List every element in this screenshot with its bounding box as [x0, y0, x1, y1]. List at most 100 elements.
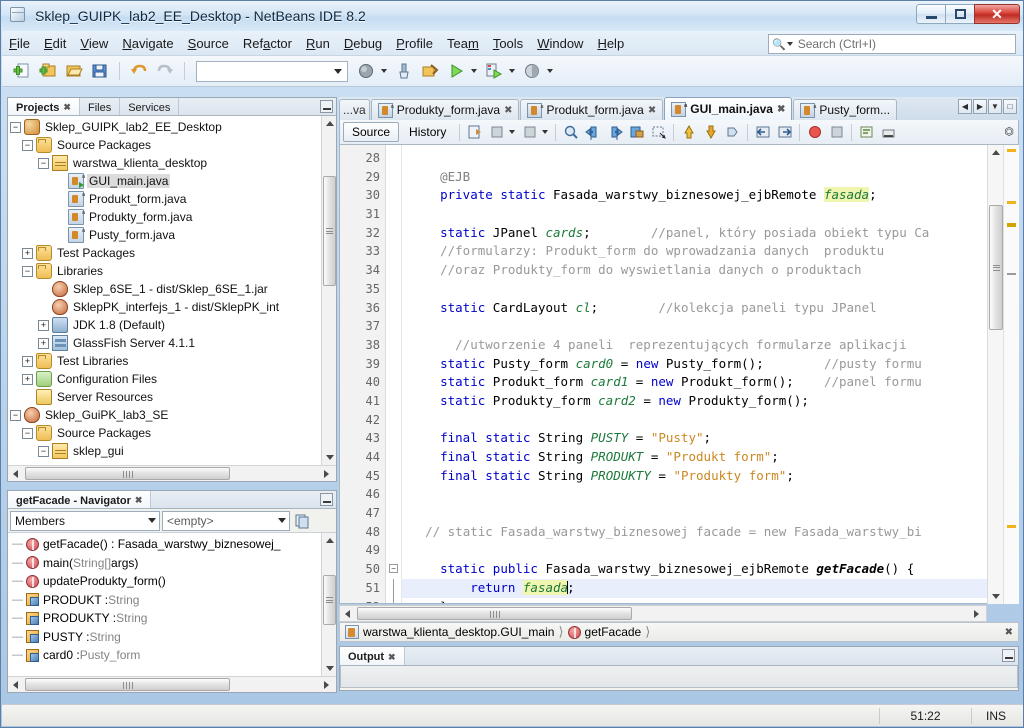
code-line[interactable]: //utworzenie 4 paneli reprezentujących f… — [402, 336, 1018, 355]
editor-vscrollbar[interactable] — [987, 145, 1003, 604]
collapse-toggle-icon[interactable]: − — [22, 265, 33, 277]
debug-dropdown-icon[interactable] — [509, 69, 515, 73]
find-selection-button[interactable] — [560, 122, 581, 142]
close-icon[interactable]: ✖ — [63, 102, 71, 113]
run-project-button[interactable] — [444, 59, 468, 83]
previous-error-button[interactable] — [678, 122, 699, 142]
tree-node[interactable]: ᵃ Produkt_form.java — [8, 190, 336, 208]
navigator-member[interactable]: — PRODUKT : String — [8, 591, 336, 610]
scroll-left-button[interactable] — [340, 606, 355, 621]
debug-project-button[interactable] — [482, 59, 506, 83]
next-bookmark-button[interactable] — [604, 122, 625, 142]
hscroll-thumb[interactable] — [25, 678, 230, 691]
navigator-member[interactable]: — PRODUKTY : String — [8, 609, 336, 628]
expand-toggle-icon[interactable]: + — [22, 247, 33, 259]
scroll-up-button[interactable] — [322, 533, 336, 548]
close-icon[interactable]: ✖ — [388, 652, 396, 663]
shift-right-button[interactable] — [774, 122, 795, 142]
code-line[interactable]: static CardLayout cl; //kolekcja paneli … — [402, 299, 1018, 318]
comment-button[interactable] — [856, 122, 877, 142]
code-line[interactable] — [402, 149, 1018, 168]
menu-view[interactable]: View — [73, 33, 115, 54]
run-dropdown-icon[interactable] — [471, 69, 477, 73]
editor-tab[interactable]: ᵃ Produkty_form.java ✖ — [370, 99, 520, 120]
code-line[interactable]: static Pusty_form card0 = new Pusty_form… — [402, 355, 1018, 374]
save-all-button[interactable] — [88, 59, 112, 83]
editor-tab[interactable]: ᵃ GUI_main.java ✖ — [664, 97, 793, 120]
chevron-down-icon-2[interactable] — [542, 130, 549, 134]
maximize-editor-button[interactable]: □ — [1003, 99, 1017, 114]
maximize-button[interactable] — [945, 4, 974, 24]
project-tree[interactable]: − Sklep_GUIPK_lab2_EE_Desktop − Source Pack… — [8, 116, 336, 465]
vscroll-thumb[interactable] — [323, 575, 336, 625]
code-line[interactable]: static Produkt_form card1 = new Produkt_… — [402, 373, 1018, 392]
tab-history[interactable]: History — [400, 122, 455, 142]
editor-tab[interactable]: ᵃ Produkt_form.java ✖ — [520, 99, 664, 120]
profile-project-button[interactable] — [520, 59, 544, 83]
close-icon[interactable]: ✖ — [135, 495, 143, 506]
minimize-output-button[interactable] — [1002, 649, 1015, 662]
tab-output[interactable]: Output ✖ — [340, 647, 405, 665]
tree-node[interactable]: + GlassFish Server 4.1.1 — [8, 334, 336, 352]
close-icon[interactable]: ✖ — [1005, 627, 1013, 638]
menu-team[interactable]: Team — [440, 33, 486, 54]
code-line[interactable]: static Produkty_form card2 = new Produkt… — [402, 392, 1018, 411]
next-error-button[interactable] — [700, 122, 721, 142]
code-line[interactable]: // static Fasada_warstwy_biznesowej faca… — [402, 523, 1018, 542]
tree-node[interactable]: − sklep_gui — [8, 442, 336, 460]
tree-node[interactable]: + JDK 1.8 (Default) — [8, 316, 336, 334]
navigator-member[interactable]: — updateProdukty_form() — [8, 572, 336, 591]
editor-expand-button[interactable]: ⏣ — [1004, 125, 1014, 138]
code-line[interactable] — [402, 317, 1018, 336]
minimize-button[interactable] — [916, 4, 945, 24]
menu-help[interactable]: Help — [590, 33, 631, 54]
annotation-mark[interactable] — [1007, 525, 1016, 528]
scroll-left-button[interactable] — [8, 677, 23, 692]
menu-source[interactable]: Source — [181, 33, 236, 54]
redo-button[interactable] — [153, 59, 177, 83]
code-line[interactable]: final static String PRODUKT = "Produkt f… — [402, 448, 1018, 467]
scroll-right-button[interactable] — [969, 606, 984, 621]
toggle-rect-selection-button[interactable] — [648, 122, 669, 142]
collapse-toggle-icon[interactable]: − — [10, 409, 21, 421]
editor-tab[interactable]: ...va — [339, 99, 370, 120]
minimize-navigator-button[interactable] — [320, 493, 333, 506]
navigator-member[interactable]: — main(String[] args) — [8, 554, 336, 573]
build-dropdown-icon[interactable] — [381, 69, 387, 73]
navigator-member[interactable]: — card0 : Pusty_form — [8, 646, 336, 665]
project-config-combo[interactable] — [196, 60, 348, 82]
vscroll-thumb[interactable] — [989, 205, 1003, 330]
tree-node[interactable]: ᵃ Produkty_form.java — [8, 208, 336, 226]
tree-node[interactable]: SklepPK_interfejs_1 - dist/SklepPK_int — [8, 298, 336, 316]
uncomment-button[interactable] — [878, 122, 899, 142]
scroll-tabs-right-button[interactable]: ▶ — [973, 99, 987, 114]
search-box[interactable]: 🔍 Search (Ctrl+I) — [768, 34, 1016, 54]
menu-refactor[interactable]: Refactor — [236, 33, 299, 54]
annotation-mark[interactable] — [1007, 223, 1016, 227]
code-line[interactable]: } — [402, 598, 1018, 604]
code-line[interactable] — [402, 504, 1018, 523]
scroll-tabs-left-button[interactable]: ◀ — [958, 99, 972, 114]
error-stripe[interactable] — [1003, 145, 1019, 604]
scroll-up-button[interactable] — [322, 116, 336, 131]
tab-projects[interactable]: Projects ✖ — [8, 98, 80, 115]
navigator-filter-combo[interactable]: <empty> — [162, 510, 290, 531]
tree-node[interactable]: + Test Libraries — [8, 352, 336, 370]
scroll-down-button[interactable] — [322, 450, 336, 465]
editor-hscrollbar[interactable] — [339, 605, 987, 622]
tab-navigator[interactable]: getFacade - Navigator ✖ — [8, 491, 152, 508]
menu-edit[interactable]: Edit — [37, 33, 73, 54]
menu-profile[interactable]: Profile — [389, 33, 440, 54]
code-line[interactable]: final static String PRODUKTY = "Produkty… — [402, 467, 1018, 486]
code-line[interactable]: private static Fasada_warstwy_biznesowej… — [402, 186, 1018, 205]
collapse-toggle-icon[interactable]: − — [22, 427, 33, 439]
code-line[interactable]: @EJB — [402, 168, 1018, 187]
navigator-vscrollbar[interactable] — [321, 533, 336, 676]
toggle-breakpoint-button[interactable] — [804, 122, 825, 142]
close-icon[interactable]: ✖ — [648, 105, 656, 116]
navigator-hscrollbar[interactable] — [8, 676, 336, 692]
project-tree-hscrollbar[interactable] — [8, 465, 336, 481]
tree-node[interactable]: − Libraries — [8, 262, 336, 280]
collapse-toggle-icon[interactable]: − — [38, 445, 49, 457]
breadcrumb-class[interactable]: warstwa_klienta_desktop.GUI_main — [363, 625, 554, 639]
